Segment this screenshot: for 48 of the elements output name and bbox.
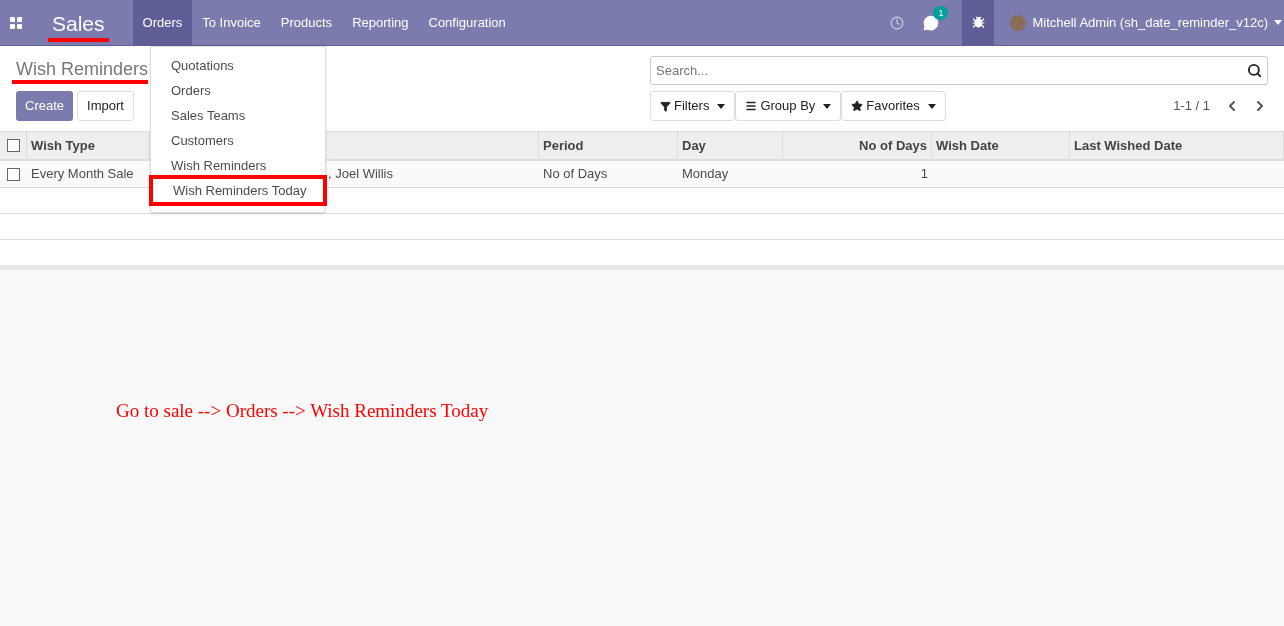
annotation-text: Go to sale --> Orders --> Wish Reminders Today [116,400,489,421]
bug-icon[interactable] [971,16,985,29]
caret-icon [823,103,832,109]
menu-tab[interactable]: To Invoice [192,0,271,46]
column-header[interactable]: Day [678,132,783,159]
app-name: Sales [48,9,109,42]
checkbox[interactable] [7,167,20,181]
caret-icon [1274,20,1282,25]
apps-grid-icon[interactable] [10,16,22,29]
pager-text: 1-1 / 1 [1173,97,1210,116]
filter-icon [660,100,671,112]
column-header[interactable]: Period [539,132,678,159]
column-header[interactable]: No of Days [783,132,932,159]
filters-button[interactable]: Filters [650,91,736,121]
column-header[interactable]: Last Wished Date [1070,132,1284,159]
caret-icon [927,103,936,109]
group-by-button[interactable]: Group By [735,91,842,121]
menu-tab[interactable]: Products [270,0,343,46]
table-cell-text: No of Days [543,165,608,184]
dropdown-item[interactable]: Customers [151,128,325,153]
list-icon [745,100,758,112]
search-icon[interactable] [1247,63,1262,78]
favorites-button[interactable]: Favorites [841,91,946,121]
dropdown-item[interactable]: Orders [151,78,325,103]
dropdown-item[interactable]: Wish Reminders Today [149,175,327,206]
clock-icon[interactable] [890,15,905,30]
import-button[interactable]: Import [77,91,134,121]
dropdown-item[interactable]: Wish Reminders [151,153,325,178]
menu-tab[interactable]: Orders [132,0,193,46]
checkbox[interactable] [6,139,20,152]
menu-tab[interactable]: Configuration [418,0,516,46]
dropdown-item[interactable]: Sales Teams [151,103,325,128]
table-cell-text: 1 [920,165,928,184]
column-header[interactable]: Wish Date [932,132,1070,159]
search-input[interactable]: Search... [656,60,1247,81]
star-icon [851,100,864,112]
chat-icon[interactable] [923,14,940,31]
caret-icon [717,103,726,109]
message-count-badge: 1 [933,5,949,20]
table-cell-text: Monday [682,165,729,184]
search-field[interactable]: Search... [650,56,1268,85]
menu-tab[interactable]: Reporting [342,0,419,46]
table-cell-text: , Joel Willis [328,165,393,184]
user-avatar [1010,14,1027,31]
table-cell-text: Every Month Sale [31,165,134,184]
dropdown-item[interactable]: Quotations [151,53,325,78]
user-menu[interactable]: Mitchell Admin (sh_date_reminder_v12c) [1032,12,1268,33]
create-button[interactable]: Create [16,91,74,121]
